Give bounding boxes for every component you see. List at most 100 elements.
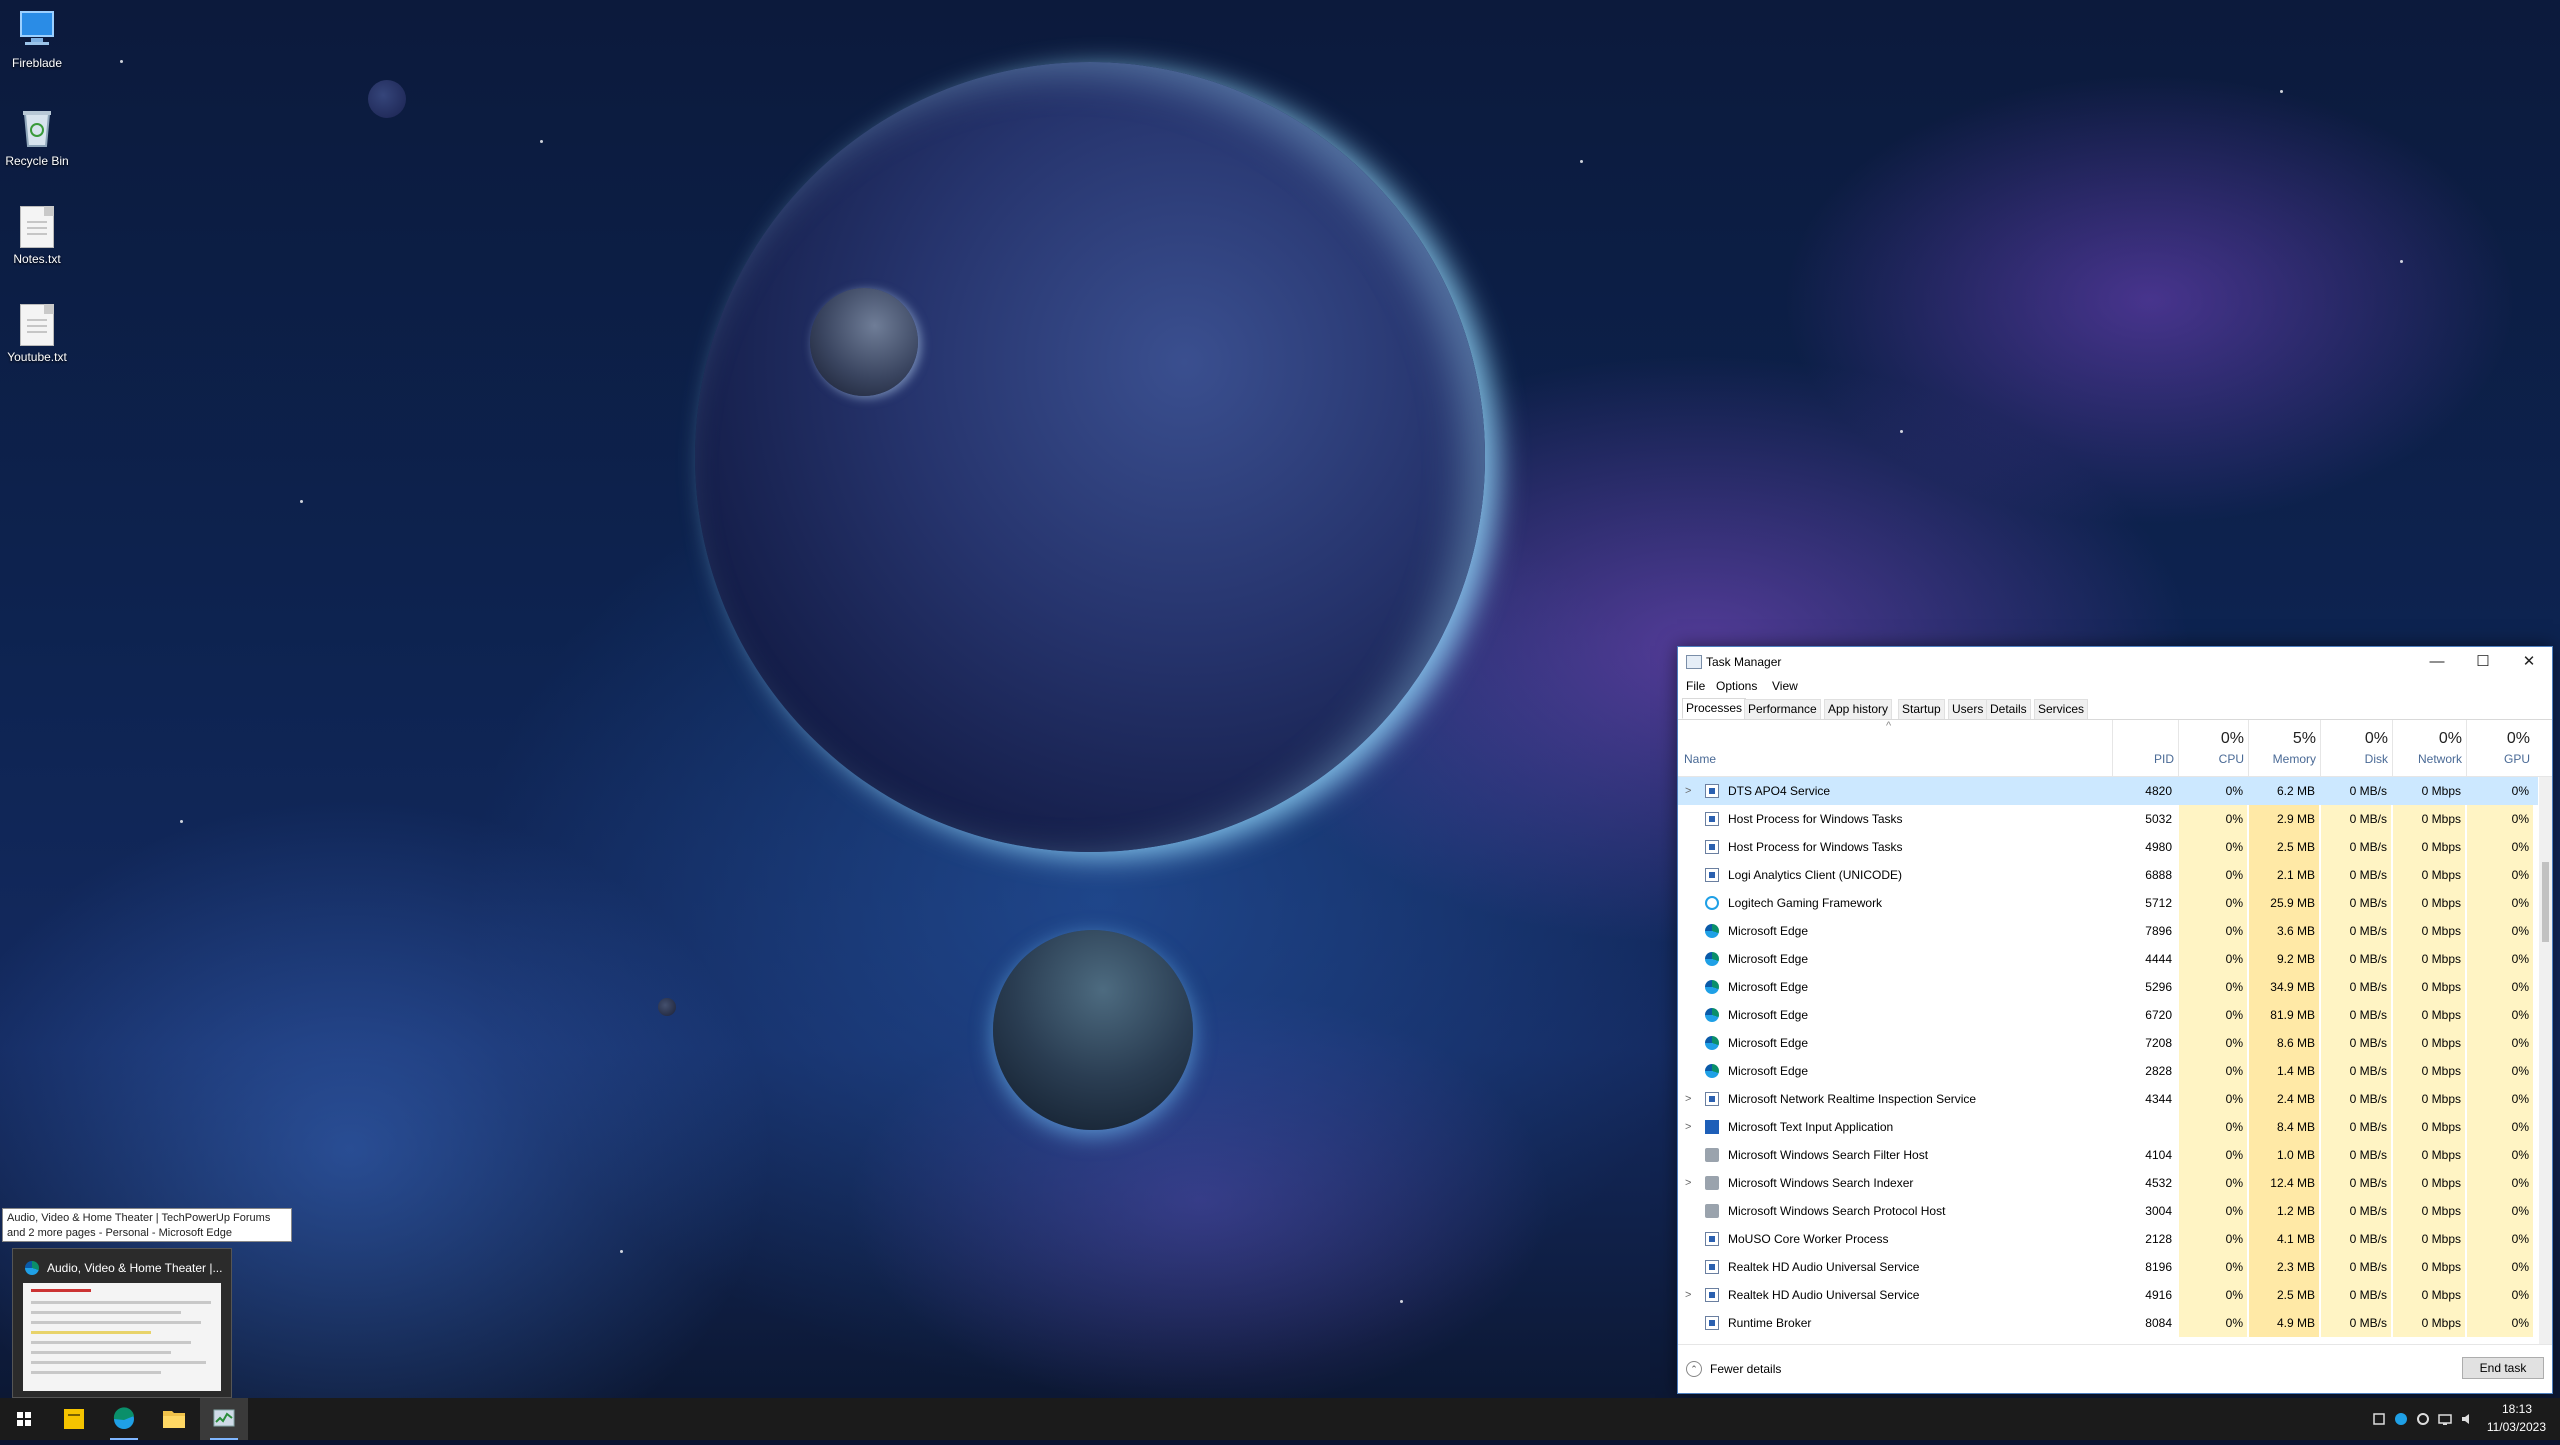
taskbar-edge[interactable] — [100, 1398, 148, 1440]
logitech-icon[interactable] — [2416, 1412, 2430, 1426]
taskbar-file-explorer[interactable] — [150, 1398, 198, 1440]
menu-options[interactable]: Options — [1716, 679, 1757, 693]
chevron-right-icon[interactable]: > — [1685, 1169, 1691, 1197]
chevron-right-icon[interactable]: > — [1685, 1085, 1691, 1113]
process-row[interactable]: Microsoft Edge 7208 0% 8.6 MB 0 MB/s 0 Mbps 0% — [1678, 1029, 2538, 1057]
process-row[interactable]: Microsoft Windows Search Protocol Host 30… — [1678, 1197, 2538, 1225]
process-row[interactable]: Runtime Broker 8084 0% 4.9 MB 0 MB/s 0 Mbps 0% — [1678, 1309, 2538, 1337]
star — [1580, 160, 1583, 163]
preview-thumbnail[interactable] — [23, 1283, 221, 1391]
star — [2400, 260, 2403, 263]
column-cpu[interactable]: CPU — [2180, 752, 2244, 766]
process-row[interactable]: > Microsoft Text Input Application 0% 8.4 M… — [1678, 1113, 2538, 1141]
tab-performance[interactable]: Performance — [1744, 699, 1821, 719]
cpu-cell: 0% — [2179, 973, 2247, 1001]
cpu-cell: 0% — [2179, 833, 2247, 861]
memory-cell: 1.0 MB — [2249, 1141, 2319, 1169]
edge-icon[interactable] — [2394, 1412, 2408, 1426]
process-row[interactable]: > DTS APO4 Service 4820 0% 6.2 MB 0 MB/s 0 Mbp… — [1678, 777, 2538, 805]
process-row[interactable]: Microsoft Windows Search Filter Host 4104… — [1678, 1141, 2538, 1169]
process-row[interactable]: Host Process for Windows Tasks 4980 0% 2.5 … — [1678, 833, 2538, 861]
minimize-button[interactable]: — — [2414, 647, 2460, 677]
gpu-cell: 0% — [2467, 1253, 2533, 1281]
window-preview[interactable]: Audio, Video & Home Theater |... — [12, 1248, 232, 1398]
service-icon — [1705, 1092, 1719, 1106]
end-task-button[interactable]: End task — [2462, 1357, 2544, 1379]
column-pid[interactable]: PID — [2114, 752, 2174, 766]
taskbar-task-manager[interactable] — [200, 1398, 248, 1440]
memory-cell: 9.2 MB — [2249, 945, 2319, 973]
memory-cell: 1.2 MB — [2249, 1197, 2319, 1225]
disk-cell: 0 MB/s — [2321, 1085, 2391, 1113]
chevron-right-icon[interactable]: > — [1685, 1281, 1691, 1309]
memory-cell: 81.9 MB — [2249, 1001, 2319, 1029]
close-button[interactable]: ✕ — [2506, 647, 2552, 677]
gpu-total: 0% — [2506, 730, 2530, 747]
desktop-icon-fireblade[interactable]: Fireblade — [0, 8, 74, 70]
process-row[interactable]: Realtek HD Audio Universal Service 8196 0%… — [1678, 1253, 2538, 1281]
pid-cell — [2114, 1113, 2172, 1141]
process-row[interactable]: Microsoft Edge 7896 0% 3.6 MB 0 MB/s 0 Mbps 0% — [1678, 917, 2538, 945]
network-cell: 0 Mbps — [2393, 1225, 2465, 1253]
process-row[interactable]: Microsoft Edge 6720 0% 81.9 MB 0 MB/s 0 Mbps 0… — [1678, 1001, 2538, 1029]
tab-startup[interactable]: Startup — [1898, 699, 1945, 719]
speaker-icon[interactable] — [2460, 1412, 2474, 1426]
network-cell: 0 Mbps — [2393, 805, 2465, 833]
process-row[interactable]: > Realtek HD Audio Universal Service 4916 0… — [1678, 1281, 2538, 1309]
maximize-button[interactable]: ☐ — [2460, 647, 2506, 677]
process-row[interactable]: Logi Analytics Client (UNICODE) 6888 0% 2.1… — [1678, 861, 2538, 889]
column-disk[interactable]: Disk — [2322, 752, 2388, 766]
process-row[interactable]: Microsoft Edge 2828 0% 1.4 MB 0 MB/s 0 Mbps 0% — [1678, 1057, 2538, 1085]
menu-file[interactable]: File — [1686, 679, 1705, 693]
column-headers: ^ Name PID 0% CPU 5% Memory 0% Disk 0% N… — [1678, 720, 2552, 777]
title-bar[interactable]: Task Manager — ☐ ✕ — [1678, 647, 2552, 677]
tab-details[interactable]: Details — [1986, 699, 2031, 719]
tab-users[interactable]: Users — [1948, 699, 1988, 719]
process-row[interactable]: Logitech Gaming Framework 5712 0% 25.9 MB 0 … — [1678, 889, 2538, 917]
cpu-cell: 0% — [2179, 777, 2247, 805]
memory-cell: 25.9 MB — [2249, 889, 2319, 917]
gpu-cell: 0% — [2467, 1057, 2533, 1085]
process-row[interactable]: Microsoft Edge 5296 0% 34.9 MB 0 MB/s 0 Mbps 0… — [1678, 973, 2538, 1001]
tab-app-history[interactable]: App history — [1824, 699, 1893, 719]
tab-services[interactable]: Services — [2034, 699, 2089, 719]
moon — [810, 288, 918, 396]
chevron-up-icon[interactable]: ⌃ — [1686, 1361, 1702, 1377]
tab-processes[interactable]: Processes — [1682, 698, 1747, 719]
cpu-cell: 0% — [2179, 1169, 2247, 1197]
process-row[interactable]: Host Process for Windows Tasks 5032 0% 2.9 … — [1678, 805, 2538, 833]
notification-icon[interactable] — [2372, 1412, 2386, 1426]
service-icon — [1705, 812, 1719, 826]
start-button[interactable] — [0, 1398, 48, 1440]
vertical-scrollbar[interactable] — [2539, 777, 2552, 1344]
clock-date[interactable]: 11/03/2023 — [2487, 1420, 2546, 1434]
pid-cell: 6720 — [2145, 1008, 2172, 1022]
column-name[interactable]: Name — [1684, 752, 1716, 766]
column-network[interactable]: Network — [2394, 752, 2462, 766]
desktop-icon-youtube[interactable]: Youtube.txt — [0, 302, 74, 364]
gpu-cell: 0% — [2467, 861, 2533, 889]
clock-time[interactable]: 18:13 — [2502, 1402, 2532, 1416]
column-gpu[interactable]: GPU — [2468, 752, 2530, 766]
chevron-right-icon[interactable]: > — [1685, 777, 1691, 805]
scrollbar-thumb[interactable] — [2542, 862, 2549, 942]
process-row[interactable]: Microsoft Edge 4444 0% 9.2 MB 0 MB/s 0 Mbps 0% — [1678, 945, 2538, 973]
pid-cell: 4104 — [2145, 1148, 2172, 1162]
desktop-icon-label: Youtube.txt — [7, 350, 67, 364]
gpu-cell: 0% — [2467, 1085, 2533, 1113]
pid-cell: 7208 — [2145, 1036, 2172, 1050]
process-row[interactable]: > Microsoft Network Realtime Inspection S… — [1678, 1085, 2538, 1113]
desktop-icon-recycle-bin[interactable]: Recycle Bin — [0, 106, 74, 168]
desktop-icon-notes[interactable]: Notes.txt — [0, 204, 74, 266]
process-row[interactable]: > Microsoft Windows Search Indexer 4532 0% 1… — [1678, 1169, 2538, 1197]
network-cell: 0 Mbps — [2393, 1169, 2465, 1197]
disk-cell: 0 MB/s — [2321, 1197, 2391, 1225]
process-row[interactable]: MoUSO Core Worker Process 2128 0% 4.1 MB 0 M… — [1678, 1225, 2538, 1253]
text-file-icon — [20, 206, 54, 248]
fewer-details-link[interactable]: Fewer details — [1710, 1362, 1781, 1376]
network-icon[interactable] — [2438, 1412, 2452, 1426]
taskbar-sticky-notes[interactable] — [50, 1398, 98, 1440]
column-memory[interactable]: Memory — [2250, 752, 2316, 766]
menu-view[interactable]: View — [1772, 679, 1798, 693]
chevron-right-icon[interactable]: > — [1685, 1113, 1691, 1141]
